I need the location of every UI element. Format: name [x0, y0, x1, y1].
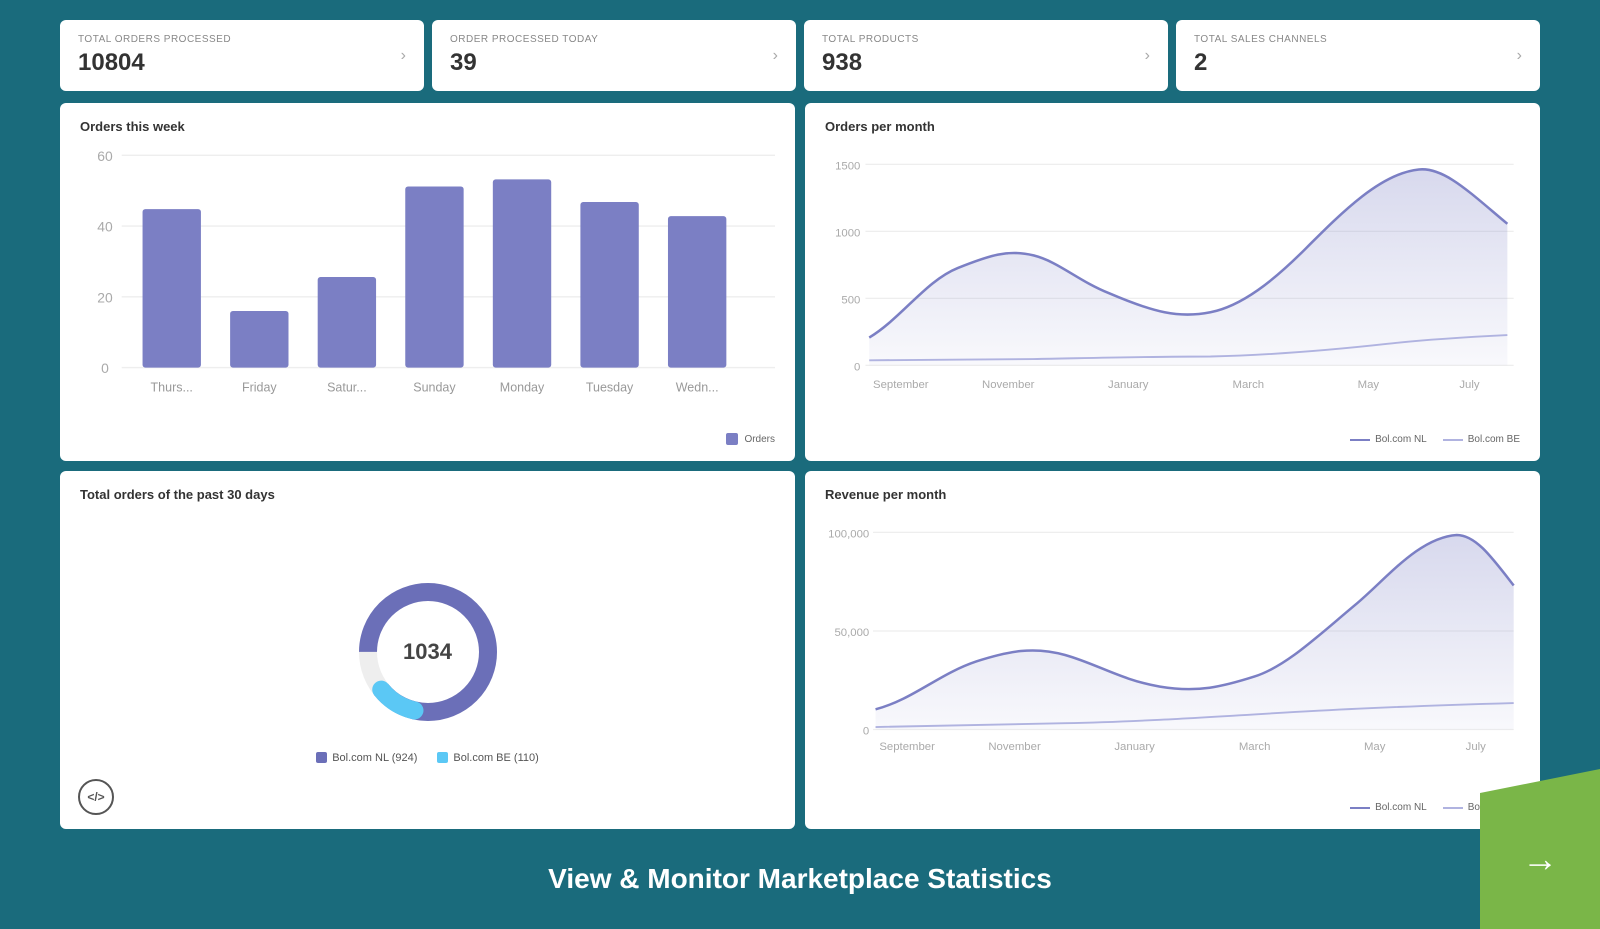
stat-arrow-orders-processed: ›	[401, 47, 406, 65]
svg-text:50,000: 50,000	[834, 627, 869, 639]
rev-nl-legend-line	[1350, 807, 1370, 809]
svg-text:0: 0	[101, 360, 109, 376]
donut-legend-be: Bol.com BE (110)	[437, 752, 538, 764]
svg-text:May: May	[1364, 741, 1386, 753]
rev-be-legend-line	[1443, 807, 1463, 809]
svg-text:60: 60	[97, 148, 113, 164]
nl-legend-label: Bol.com NL	[1375, 434, 1427, 445]
svg-text:January: January	[1114, 741, 1155, 753]
svg-text:20: 20	[97, 289, 113, 305]
stat-value-orders-today: 39	[450, 49, 598, 77]
orders-month-card: Orders per month 1500 1000 500 0 Septemb…	[805, 103, 1540, 461]
stat-label-products: TOTAL PRODUCTS	[822, 34, 919, 45]
svg-text:100,000: 100,000	[828, 528, 869, 540]
stats-row: TOTAL ORDERS PROCESSED 10804 › ORDER PRO…	[60, 20, 1540, 91]
donut-wrapper: 1034	[348, 572, 508, 732]
svg-text:March: March	[1239, 741, 1271, 753]
stat-value-products: 938	[822, 49, 919, 77]
orders-month-svg: 1500 1000 500 0 September November Janua…	[825, 144, 1520, 430]
stat-card-orders-today[interactable]: ORDER PROCESSED TODAY 39 ›	[432, 20, 796, 91]
svg-text:Satur...: Satur...	[327, 381, 367, 395]
svg-text:Sunday: Sunday	[413, 381, 456, 395]
orders-week-card: Orders this week 60 40 20 0 Thurs..	[60, 103, 795, 461]
svg-text:500: 500	[841, 294, 860, 306]
svg-text:November: November	[988, 741, 1041, 753]
revenue-month-svg: 100,000 50,000 0 September November Janu…	[825, 512, 1520, 798]
stat-label-channels: TOTAL SALES CHANNELS	[1194, 34, 1327, 45]
revenue-month-title: Revenue per month	[825, 487, 1520, 502]
orders-month-chart-area: 1500 1000 500 0 September November Janua…	[825, 144, 1520, 430]
orders-week-svg: 60 40 20 0 Thurs... Friday	[80, 144, 775, 427]
svg-text:November: November	[982, 379, 1035, 391]
svg-text:July: July	[1459, 379, 1480, 391]
be-legend-line	[1443, 439, 1463, 441]
svg-text:1000: 1000	[835, 227, 860, 239]
svg-text:September: September	[879, 741, 935, 753]
svg-text:Monday: Monday	[500, 381, 545, 395]
orders-legend-dot	[726, 433, 738, 445]
stat-card-channels[interactable]: TOTAL SALES CHANNELS 2 ›	[1176, 20, 1540, 91]
svg-text:Friday: Friday	[242, 381, 277, 395]
svg-text:Wedn...: Wedn...	[676, 381, 719, 395]
svg-text:0: 0	[863, 726, 869, 738]
nl-legend-line	[1350, 439, 1370, 441]
rev-nl-legend-label: Bol.com NL	[1375, 802, 1427, 813]
stat-card-products[interactable]: TOTAL PRODUCTS 938 ›	[804, 20, 1168, 91]
bottom-text: View & Monitor Marketplace Statistics	[60, 863, 1540, 895]
stat-value-orders-processed: 10804	[78, 49, 231, 77]
donut-be-label: Bol.com BE (110)	[453, 752, 538, 764]
stat-value-channels: 2	[1194, 49, 1327, 77]
stat-card-orders-processed[interactable]: TOTAL ORDERS PROCESSED 10804 ›	[60, 20, 424, 91]
stat-label-orders-today: ORDER PROCESSED TODAY	[450, 34, 598, 45]
revenue-month-chart-area: 100,000 50,000 0 September November Janu…	[825, 512, 1520, 798]
svg-text:March: March	[1233, 379, 1265, 391]
donut-nl-label: Bol.com NL (924)	[332, 752, 417, 764]
donut-container: 1034 Bol.com NL (924) Bol.com BE (110)	[80, 512, 775, 813]
svg-text:May: May	[1358, 379, 1380, 391]
orders-week-chart-area: 60 40 20 0 Thurs... Friday	[80, 144, 775, 427]
code-icon[interactable]: </>	[78, 779, 114, 815]
arrow-right-icon: →	[1522, 838, 1558, 880]
revenue-month-legend: Bol.com NL Bol.com BE	[825, 802, 1520, 813]
donut-legend-nl: Bol.com NL (924)	[316, 752, 417, 764]
orders-week-legend: Orders	[80, 433, 775, 445]
svg-text:0: 0	[854, 361, 860, 373]
svg-text:July: July	[1466, 741, 1487, 753]
bottom-section: View & Monitor Marketplace Statistics →	[0, 829, 1600, 929]
donut-nl-dot	[316, 752, 327, 763]
orders-30days-title: Total orders of the past 30 days	[80, 487, 775, 502]
arrow-box[interactable]: →	[1480, 769, 1600, 929]
be-legend-label: Bol.com BE	[1468, 434, 1520, 445]
stat-arrow-channels: ›	[1517, 47, 1522, 65]
svg-text:Thurs...: Thurs...	[151, 381, 193, 395]
main-wrapper: TOTAL ORDERS PROCESSED 10804 › ORDER PRO…	[0, 0, 1600, 829]
orders-month-title: Orders per month	[825, 119, 1520, 134]
svg-text:January: January	[1108, 379, 1149, 391]
revenue-month-card: Revenue per month 100,000 50,000 0 Septe…	[805, 471, 1540, 829]
donut-be-dot	[437, 752, 448, 763]
orders-month-legend: Bol.com NL Bol.com BE	[825, 434, 1520, 445]
stat-arrow-orders-today: ›	[773, 47, 778, 65]
orders-30days-card: Total orders of the past 30 days 1034	[60, 471, 795, 829]
donut-legend: Bol.com NL (924) Bol.com BE (110)	[316, 752, 539, 764]
svg-text:Tuesday: Tuesday	[586, 381, 634, 395]
stat-arrow-products: ›	[1145, 47, 1150, 65]
orders-week-title: Orders this week	[80, 119, 775, 134]
svg-text:40: 40	[97, 219, 113, 235]
svg-text:September: September	[873, 379, 929, 391]
stat-label-orders-processed: TOTAL ORDERS PROCESSED	[78, 34, 231, 45]
donut-center-value: 1034	[403, 639, 452, 665]
svg-text:1500: 1500	[835, 160, 860, 172]
charts-grid: Orders this week 60 40 20 0 Thurs..	[60, 103, 1540, 829]
orders-legend-label: Orders	[744, 434, 775, 445]
